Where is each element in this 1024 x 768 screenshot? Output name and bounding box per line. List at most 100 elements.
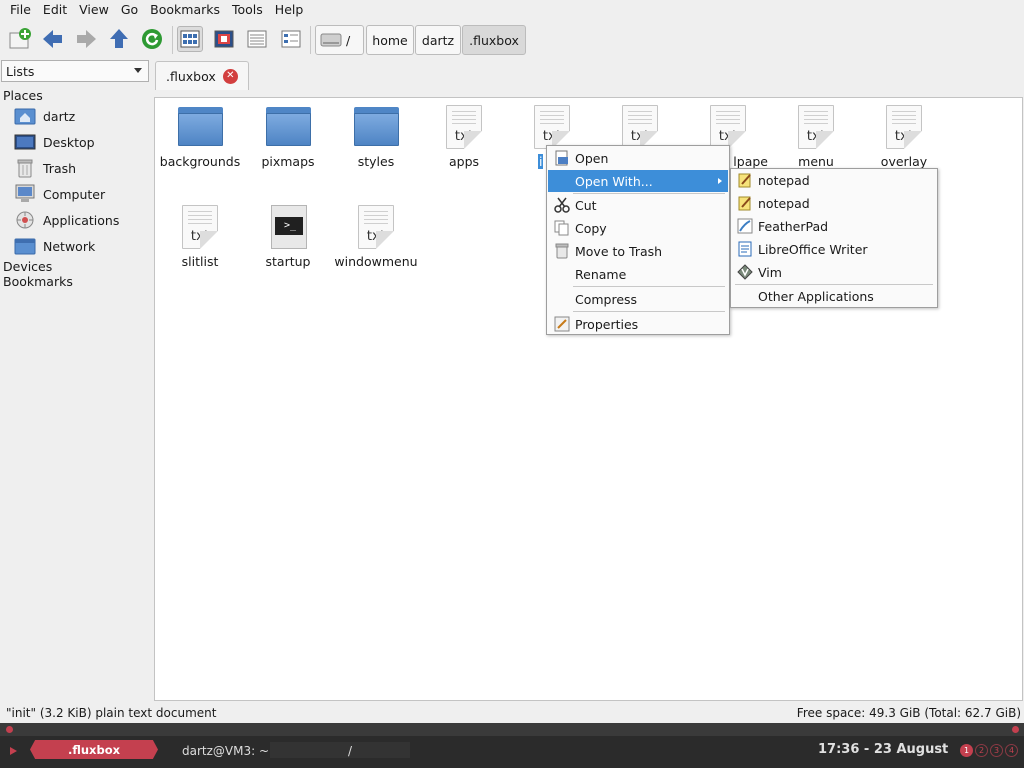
menu-item-rename[interactable]: Rename [548, 263, 728, 285]
chevron-down-icon [134, 68, 142, 73]
network-icon [14, 236, 36, 256]
submenu-item-label: FeatherPad [758, 218, 829, 234]
file-name: i [538, 154, 544, 169]
forward-button[interactable] [73, 26, 99, 52]
submenu-item-featherpad[interactable]: FeatherPad [732, 215, 936, 237]
panel-dot-icon [1012, 726, 1019, 733]
menu-item-label: Open [575, 150, 609, 166]
menu-file[interactable]: File [4, 0, 37, 20]
submenu-item-label: notepad [758, 172, 810, 188]
menu-item-cut[interactable]: Cut [548, 194, 728, 216]
submenu-item-notepad[interactable]: notepad [732, 192, 936, 214]
submenu-item-notepad[interactable]: notepad [732, 169, 936, 191]
back-arrow-icon [43, 30, 62, 48]
menu-bookmarks[interactable]: Bookmarks [144, 0, 226, 20]
play-arrow-icon[interactable] [10, 747, 17, 755]
menu-go[interactable]: Go [115, 0, 144, 20]
menu-item-properties[interactable]: Properties [548, 313, 728, 335]
computer-icon [14, 184, 36, 204]
workspace-2-icon[interactable]: 2 [975, 744, 988, 757]
submenu-item-vim[interactable]: Vim [732, 261, 936, 283]
trash-icon [14, 158, 36, 178]
file-item[interactable]: txt apps [420, 103, 508, 169]
workspace-4-icon[interactable]: 4 [1005, 744, 1018, 757]
menu-view[interactable]: View [73, 0, 115, 20]
menu-help[interactable]: Help [269, 0, 310, 20]
file-item[interactable]: txt menu [772, 103, 860, 169]
panel-dot-icon [6, 726, 13, 733]
sidebar-mode-select[interactable]: Lists [1, 60, 149, 82]
workspace-3-icon[interactable]: 3 [990, 744, 1003, 757]
breadcrumb-fluxbox[interactable]: .fluxbox [462, 25, 526, 55]
notepad-icon [737, 172, 753, 188]
breadcrumb-home[interactable]: home [366, 25, 414, 55]
tab-fluxbox[interactable]: .fluxbox ✕ [155, 61, 249, 90]
detailed-list-view-button[interactable] [244, 26, 270, 52]
file-item[interactable]: backgrounds [156, 103, 244, 169]
new-tab-button[interactable] [7, 26, 33, 52]
menu-separator [573, 311, 725, 312]
sidebar-item-label: Trash [43, 160, 77, 176]
clock: 17:36 - 23 August [818, 742, 949, 757]
submenu-item-other-applications[interactable]: Other Applications [732, 285, 936, 307]
file-name: menu [798, 154, 834, 169]
menu-item-label: Compress [575, 291, 638, 307]
sidebar-item-computer[interactable]: Computer [14, 183, 105, 205]
file-item[interactable]: >_ startup [244, 203, 332, 269]
menu-item-compress[interactable]: Compress [548, 288, 728, 310]
file-item[interactable]: txt windowmenu [332, 203, 420, 269]
breadcrumb-label: dartz [421, 32, 455, 48]
menu-item-copy[interactable]: Copy [548, 217, 728, 239]
bookmarks-heading: Bookmarks [3, 274, 73, 289]
libreoffice-writer-icon [737, 241, 753, 257]
reload-button[interactable] [139, 26, 165, 52]
vim-icon [737, 264, 753, 280]
sidebar-item-network[interactable]: Network [14, 235, 95, 257]
menu-item-label: Rename [575, 266, 627, 282]
back-button[interactable] [40, 26, 66, 52]
submenu-item-libreoffice-writer[interactable]: LibreOffice Writer [732, 238, 936, 260]
chevron-right-icon [718, 178, 722, 184]
sidebar-item-label: Network [43, 238, 96, 254]
up-button[interactable] [106, 26, 132, 52]
menu-item-move-to-trash[interactable]: Move to Trash [548, 240, 728, 262]
breadcrumb-dartz[interactable]: dartz [415, 25, 461, 55]
sidebar-item-trash[interactable]: Trash [14, 157, 76, 179]
file-name: pixmaps [261, 154, 315, 169]
thumbnail-view-button[interactable] [278, 26, 304, 52]
file-item[interactable]: txt overlay [860, 103, 948, 169]
file-name: styles [357, 154, 395, 169]
applications-icon [14, 210, 36, 230]
menu-item-open-with[interactable]: Open With... [548, 170, 728, 192]
file-item[interactable]: pixmaps [244, 103, 332, 169]
menu-separator [573, 286, 725, 287]
sidebar-item-label: Desktop [43, 134, 95, 150]
workspace-label: .fluxbox [67, 742, 121, 757]
workspace-name[interactable]: .fluxbox [30, 740, 158, 759]
taskbar-window-title[interactable]: / [348, 744, 352, 758]
forward-arrow-icon [77, 30, 96, 48]
sidebar-item-applications[interactable]: Applications [14, 209, 119, 231]
reload-icon [142, 29, 162, 49]
menu-item-open[interactable]: Open [548, 147, 728, 169]
toolbar-separator [310, 26, 311, 54]
breadcrumb-label: / [346, 32, 351, 48]
tab-label: .fluxbox [166, 68, 216, 84]
file-item[interactable]: txt slitlist [156, 203, 244, 269]
compact-view-button[interactable] [211, 26, 237, 52]
file-item[interactable]: styles [332, 103, 420, 169]
taskbar-window-title[interactable]: dartz@VM3: ~ [182, 744, 269, 758]
copy-icon [554, 220, 570, 236]
taskbar-window-slot[interactable] [270, 742, 410, 758]
close-icon[interactable]: ✕ [222, 68, 238, 84]
workspace-1-icon[interactable]: 1 [960, 744, 973, 757]
menu-tools[interactable]: Tools [226, 0, 269, 20]
desktop-icon [14, 132, 36, 152]
icon-view-button[interactable] [177, 26, 203, 52]
sidebar-item-desktop[interactable]: Desktop [14, 131, 95, 153]
devices-heading: Devices [3, 259, 53, 274]
breadcrumb-root[interactable]: / [315, 25, 364, 55]
menu-edit[interactable]: Edit [37, 0, 73, 20]
sidebar-item-home[interactable]: dartz [14, 105, 75, 127]
new-tab-icon [9, 28, 31, 49]
